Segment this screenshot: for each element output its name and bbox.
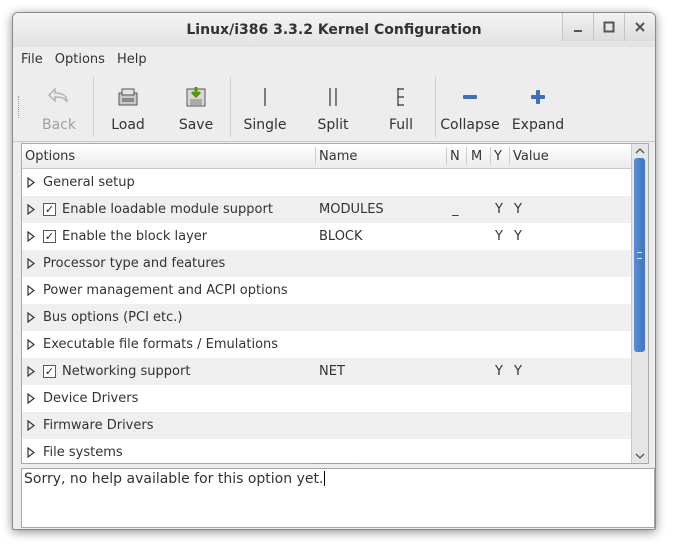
- option-checkbox[interactable]: ✓: [43, 203, 56, 216]
- window-title: Linux/i386 3.3.2 Kernel Configuration: [186, 22, 482, 38]
- scroll-thumb[interactable]: [634, 158, 645, 352]
- menu-options[interactable]: Options: [55, 48, 117, 72]
- full-button[interactable]: Full: [367, 73, 435, 141]
- expander-triangle-icon[interactable]: [27, 258, 35, 269]
- option-checkbox[interactable]: ✓: [43, 365, 56, 378]
- option-label: Device Drivers: [43, 391, 139, 406]
- column-header-m[interactable]: M: [471, 149, 482, 164]
- single-view-icon: [264, 88, 266, 106]
- tree-rows: General setup ✓ Enable loadable module sup…: [22, 169, 632, 463]
- maximize-button[interactable]: [593, 13, 624, 41]
- option-label: Bus options (PCI etc.): [43, 310, 183, 325]
- expander-triangle-icon[interactable]: [27, 393, 35, 404]
- tree-row[interactable]: File systems: [22, 439, 632, 463]
- tree-row[interactable]: ✓ Enable the block layer BLOCK Y Y: [22, 223, 632, 250]
- y-value[interactable]: Y: [495, 229, 503, 244]
- vertical-scrollbar[interactable]: [631, 144, 648, 463]
- option-label: Power management and ACPI options: [43, 283, 288, 298]
- close-button[interactable]: [624, 13, 655, 41]
- n-value[interactable]: _: [452, 202, 459, 217]
- option-label: Networking support: [62, 364, 191, 379]
- toolbar: Back Load Save Single Split Full Collaps…: [13, 73, 655, 142]
- tree-row[interactable]: Power management and ACPI options: [22, 277, 632, 304]
- text-cursor: [324, 471, 326, 486]
- expander-triangle-icon[interactable]: [27, 204, 35, 215]
- tree-row[interactable]: ✓ Networking support NET Y Y: [22, 358, 632, 385]
- option-value: Y: [514, 364, 522, 379]
- chevron-up-icon: [635, 148, 645, 154]
- close-icon: [635, 22, 645, 32]
- collapse-button[interactable]: Collapse: [436, 73, 504, 141]
- load-icon: [118, 88, 138, 106]
- option-value: Y: [514, 229, 522, 244]
- option-label: File systems: [43, 445, 123, 460]
- scroll-up-button[interactable]: [632, 144, 648, 158]
- app-window: Linux/i386 3.3.2 Kernel Configuration Fi…: [12, 12, 656, 530]
- symbol-name: NET: [319, 364, 345, 379]
- save-icon: [186, 87, 206, 107]
- back-button[interactable]: Back: [25, 73, 93, 141]
- minus-icon: [463, 95, 477, 99]
- option-label: Enable the block layer: [62, 229, 208, 244]
- config-tree[interactable]: Options Name N M Y Value General setup ✓ E…: [21, 143, 649, 464]
- save-button[interactable]: Save: [162, 73, 230, 141]
- expander-triangle-icon[interactable]: [27, 177, 35, 188]
- split-view-icon: [329, 88, 337, 106]
- help-text: Sorry, no help available for this option…: [24, 471, 324, 487]
- y-value[interactable]: Y: [495, 202, 503, 217]
- column-header-n[interactable]: N: [450, 149, 460, 164]
- window-controls: [562, 13, 655, 43]
- menu-file[interactable]: File: [21, 48, 55, 72]
- help-panel[interactable]: Sorry, no help available for this option…: [21, 468, 655, 528]
- split-button[interactable]: Split: [299, 73, 367, 141]
- option-label: Processor type and features: [43, 256, 226, 271]
- back-arrow-icon: [47, 87, 68, 103]
- option-value: Y: [514, 202, 522, 217]
- symbol-name: MODULES: [319, 202, 384, 217]
- tree-header: Options Name N M Y Value: [22, 144, 632, 169]
- plus-icon: [531, 90, 545, 104]
- option-label: Executable file formats / Emulations: [43, 337, 279, 352]
- tree-row[interactable]: Firmware Drivers: [22, 412, 632, 439]
- expand-button[interactable]: Expand: [504, 73, 572, 141]
- tree-row[interactable]: Processor type and features: [22, 250, 632, 277]
- option-label: Firmware Drivers: [43, 418, 154, 433]
- column-header-value[interactable]: Value: [513, 149, 549, 164]
- tree-row[interactable]: Device Drivers: [22, 385, 632, 412]
- option-label: Enable loadable module support: [62, 202, 273, 217]
- expander-triangle-icon[interactable]: [27, 312, 35, 323]
- load-button[interactable]: Load: [94, 73, 162, 141]
- title-bar[interactable]: Linux/i386 3.3.2 Kernel Configuration: [13, 13, 655, 47]
- full-view-icon: [397, 88, 404, 106]
- expander-triangle-icon[interactable]: [27, 447, 35, 458]
- tree-row[interactable]: Bus options (PCI etc.): [22, 304, 632, 331]
- option-checkbox[interactable]: ✓: [43, 230, 56, 243]
- single-button[interactable]: Single: [231, 73, 299, 141]
- column-header-options[interactable]: Options: [25, 149, 75, 164]
- chevron-down-icon: [635, 453, 645, 459]
- column-header-y[interactable]: Y: [494, 149, 502, 164]
- tree-row[interactable]: Executable file formats / Emulations: [22, 331, 632, 358]
- tree-row[interactable]: ✓ Enable loadable module support MODULES _ Y…: [22, 196, 632, 223]
- expander-triangle-icon[interactable]: [27, 420, 35, 431]
- expander-triangle-icon[interactable]: [27, 231, 35, 242]
- minimize-icon: [574, 30, 582, 32]
- menu-help[interactable]: Help: [117, 48, 159, 72]
- expander-triangle-icon[interactable]: [27, 366, 35, 377]
- menu-bar: File Options Help: [13, 48, 655, 72]
- column-header-name[interactable]: Name: [319, 149, 357, 164]
- tree-row[interactable]: General setup: [22, 169, 632, 196]
- y-value[interactable]: Y: [495, 364, 503, 379]
- symbol-name: BLOCK: [319, 229, 363, 244]
- option-label: General setup: [43, 175, 135, 190]
- expander-triangle-icon[interactable]: [27, 339, 35, 350]
- expander-triangle-icon[interactable]: [27, 285, 35, 296]
- scroll-down-button[interactable]: [632, 449, 648, 463]
- maximize-icon: [603, 21, 615, 33]
- toolbar-grip[interactable]: [13, 73, 25, 141]
- minimize-button[interactable]: [562, 13, 593, 41]
